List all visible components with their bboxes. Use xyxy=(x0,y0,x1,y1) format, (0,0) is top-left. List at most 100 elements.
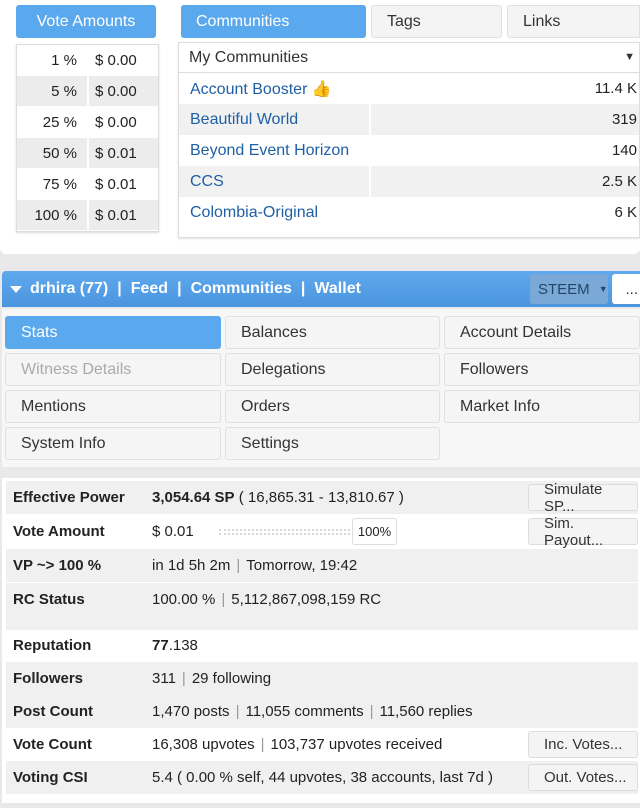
community-row[interactable]: Beyond Event Horizon 140 xyxy=(179,135,639,166)
stat-row-reputation: Reputation 77.138 xyxy=(6,629,638,662)
separator: | xyxy=(369,703,374,720)
separator: | xyxy=(235,703,240,720)
separator: | xyxy=(177,280,182,297)
comments-value: 11,055 comments xyxy=(245,703,364,720)
rc-value: 100.00 % xyxy=(152,591,216,608)
vp-detail: Tomorrow, 19:42 xyxy=(246,557,358,574)
community-link[interactable]: Beyond Event Horizon xyxy=(179,135,369,166)
community-row[interactable]: Account Booster 👍 11.4 K xyxy=(179,73,639,104)
stat-label: Vote Amount xyxy=(13,523,105,540)
nav-system-info[interactable]: System Info xyxy=(5,427,221,460)
section-gap xyxy=(6,616,638,630)
nav-stats[interactable]: Stats xyxy=(5,316,221,349)
stat-value: 3,054.64 SP ( 16,865.31 - 13,810.67 ) xyxy=(152,489,404,506)
stat-value: 100.00 % | 5,112,867,098,159 RC xyxy=(152,591,381,608)
replies-value: 11,560 replies xyxy=(379,703,473,720)
feed-link[interactable]: Feed xyxy=(131,280,168,298)
vote-pct: 25 % xyxy=(42,113,77,131)
stat-value: 1,470 posts | 11,055 comments | 11,560 repli… xyxy=(152,703,473,720)
vote-amount-value: $ 0.01 xyxy=(89,200,158,230)
community-link[interactable]: CCS xyxy=(179,166,369,197)
community-count: 11.4 K xyxy=(594,80,637,97)
communities-link[interactable]: Communities xyxy=(191,280,292,298)
vote-pct: 5 % xyxy=(17,76,87,106)
nav-mentions[interactable]: Mentions xyxy=(5,390,221,423)
upvotes-value: 16,308 upvotes xyxy=(152,736,255,753)
upvotes-received-value: 103,737 upvotes received xyxy=(270,736,443,753)
vote-amount-row: 5 % $ 0.00 xyxy=(17,76,158,107)
vote-amount-value: $ 0.00 xyxy=(95,113,137,131)
nav-orders[interactable]: Orders xyxy=(225,390,440,423)
stat-row-rc: RC Status 100.00 % | 5,112,867,098,159 RC xyxy=(6,583,638,616)
out-votes-button[interactable]: Out. Votes... xyxy=(528,764,638,791)
currency-select[interactable]: STEEM ▼ xyxy=(530,274,608,304)
communities-select[interactable]: My Communities ▼ xyxy=(179,43,639,73)
currency-value: STEEM xyxy=(538,280,590,298)
vote-amounts-table: 1 % $ 0.00 5 % $ 0.00 25 % $ 0.00 50 % $ 0.0… xyxy=(16,44,159,232)
stat-row-effective-power: Effective Power 3,054.64 SP ( 16,865.31 … xyxy=(6,481,638,515)
effective-power-value: 3,054.64 SP xyxy=(152,489,235,506)
vote-pct: 50 % xyxy=(17,138,87,168)
separator: | xyxy=(260,736,265,753)
sim-payout-button[interactable]: Sim. Payout... xyxy=(528,515,638,549)
community-row[interactable]: Beautiful World 319 xyxy=(179,104,639,135)
vote-weight-slider[interactable]: 100% xyxy=(219,518,397,545)
vote-amount-row: 100 % $ 0.01 xyxy=(17,200,158,231)
nav-followers[interactable]: Followers xyxy=(444,353,640,386)
community-link[interactable]: Beautiful World xyxy=(179,104,369,135)
tab-tags[interactable]: Tags xyxy=(371,5,502,38)
following-value: 29 following xyxy=(191,670,272,687)
reputation-dec: .138 xyxy=(168,637,198,654)
community-count: 140 xyxy=(611,142,637,159)
vp-value: in 1d 5h 2m xyxy=(152,557,231,574)
vote-amount-row: 25 % $ 0.00 xyxy=(17,107,158,138)
collapse-triangle-icon[interactable] xyxy=(10,285,22,293)
stat-row-vote-amount: Vote Amount $ 0.01 100% Sim. Payout... xyxy=(6,515,638,549)
stat-row-vp: VP ~> 100 % in 1d 5h 2m | Tomorrow, 19:42 xyxy=(6,549,638,582)
community-row[interactable]: CCS 2.5 K xyxy=(179,166,639,197)
tab-communities[interactable]: Communities xyxy=(181,5,366,38)
account-name-link[interactable]: drhira (77) xyxy=(30,280,108,298)
separator: | xyxy=(117,280,122,297)
vote-amounts-header[interactable]: Vote Amounts xyxy=(16,5,156,38)
nav-settings[interactable]: Settings xyxy=(225,427,440,460)
nav-delegations[interactable]: Delegations xyxy=(225,353,440,386)
separator: | xyxy=(221,591,226,608)
stat-label: Followers xyxy=(13,670,84,687)
rc-detail: 5,112,867,098,159 RC xyxy=(231,591,382,608)
vote-amount-row: 75 % $ 0.01 xyxy=(17,169,158,200)
vote-amount-row: 50 % $ 0.01 xyxy=(17,138,158,169)
nav-balances[interactable]: Balances xyxy=(225,316,440,349)
stat-label: Vote Count xyxy=(13,736,92,753)
stat-value: 16,308 upvotes | 103,737 upvotes received xyxy=(152,736,442,753)
tab-links[interactable]: Links xyxy=(507,5,640,38)
community-count: 6 K xyxy=(614,204,637,221)
simulate-sp-button[interactable]: Simulate SP... xyxy=(528,481,638,515)
slider-track xyxy=(219,529,354,535)
community-link[interactable]: Colombia-Original xyxy=(179,197,369,228)
community-link[interactable]: Account Booster 👍 xyxy=(179,73,369,104)
nav-market-info[interactable]: Market Info xyxy=(444,390,640,423)
followers-value: 311 xyxy=(152,670,176,687)
inc-votes-button[interactable]: Inc. Votes... xyxy=(528,731,638,758)
vote-pct: 1 % xyxy=(51,51,77,69)
vote-amount-row: 1 % $ 0.00 xyxy=(17,45,158,76)
effective-power-detail: ( 16,865.31 - 13,810.67 ) xyxy=(238,489,404,506)
stat-row-post-count: Post Count 1,470 posts | 11,055 comments | 1… xyxy=(6,695,638,728)
more-button[interactable]: ... xyxy=(612,274,640,304)
wallet-link[interactable]: Wallet xyxy=(314,280,361,298)
stat-row-voting-csi: Voting CSI 5.4 ( 0.00 % self, 44 upvotes… xyxy=(6,761,638,794)
stat-label: RC Status xyxy=(13,591,85,608)
community-row[interactable]: Colombia-Original 6 K xyxy=(179,197,639,228)
nav-account-details[interactable]: Account Details xyxy=(444,316,640,349)
reputation-int: 77 xyxy=(152,637,169,654)
stat-label: Voting CSI xyxy=(13,769,88,786)
communities-panel: My Communities ▼ Account Booster 👍 11.4 K… xyxy=(178,42,640,238)
vote-pct: 100 % xyxy=(17,200,87,230)
stat-row-followers: Followers 311 | 29 following xyxy=(6,662,638,695)
vote-amount-value: $ 0.00 xyxy=(95,51,137,69)
community-count: 319 xyxy=(371,104,639,135)
chevron-down-icon: ▼ xyxy=(598,284,608,294)
separator: | xyxy=(181,670,186,687)
separator: | xyxy=(236,557,241,574)
